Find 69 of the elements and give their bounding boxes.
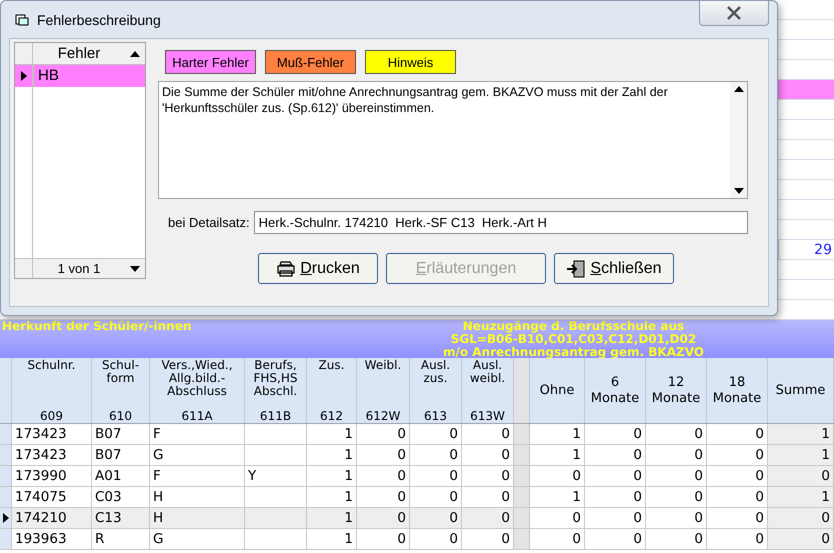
column-label: Ausl. zus. — [420, 358, 450, 385]
group-title: Neuzugänge d. Berufsschule aus — [462, 320, 684, 333]
column-code: 610 — [109, 410, 132, 423]
column-header: 6 Monate — [585, 358, 646, 423]
column-code: 612W — [366, 410, 400, 423]
column-label: Vers.,Wied., Allg.bild.- Abschluss — [161, 358, 233, 398]
spacer-column — [514, 358, 530, 423]
close-button[interactable] — [699, 1, 769, 26]
table-cell: 0 — [357, 508, 410, 528]
table-cell: 1 — [768, 424, 834, 444]
scroll-up-icon[interactable] — [734, 86, 744, 92]
detail-label: bei Detailsatz: — [168, 215, 250, 230]
table-cell: 0 — [768, 529, 834, 549]
scroll-up-icon[interactable] — [130, 50, 140, 56]
group-title: m/o Anrechnungsantrag gem. BKAZVO — [442, 346, 704, 359]
legend-tag: Harter Fehler — [165, 50, 256, 74]
table-cell: 0 — [768, 466, 834, 486]
table-cell: 1 — [768, 445, 834, 465]
column-label: Schul- form — [102, 358, 140, 385]
column-header: 12 Monate — [646, 358, 707, 423]
exit-door-icon — [566, 260, 586, 278]
table-cell: Y — [245, 466, 307, 486]
column-header: Summe — [768, 358, 834, 423]
dialog-button[interactable]: Drucken — [258, 253, 378, 284]
column-label: Zus. — [318, 358, 344, 372]
table-cell: 0 — [768, 508, 834, 528]
table-cell: 0 — [410, 508, 462, 528]
group-title: SGL=B06-B10,C01,C03,C12,D01,D02 — [450, 333, 696, 346]
column-code: 609 — [40, 410, 63, 423]
record-counter: 1 von 1 — [56, 260, 102, 278]
table-cell: 1 — [307, 508, 357, 528]
table-cell: H — [150, 508, 245, 528]
legend-tag: Muß-Fehler — [265, 50, 356, 74]
column-label: Schulnr. — [27, 358, 76, 372]
spacer-cell — [514, 529, 530, 549]
table-cell: 0 — [462, 508, 514, 528]
legend-tag: Hinweis — [365, 50, 456, 74]
column-header: 18 Monate — [707, 358, 768, 423]
message-text: Die Summe der Schüler mit/ohne Anrechnungsantrag gem. BKAZVO muss mit der Zahl der 'Herkunftsschüler zus. (Sp.612)' übereinstimmen. — [161, 84, 669, 117]
detail-field[interactable]: Herk.-Schulnr. 174210 Herk.-SF C13 Herk.-Art H — [254, 211, 748, 234]
table-cell: 174210 — [12, 508, 92, 528]
spacer-cell — [514, 466, 530, 486]
table-cell: A01 — [92, 466, 150, 486]
spacer-cell — [514, 508, 530, 528]
scroll-down-icon[interactable] — [734, 188, 744, 194]
printer-icon — [276, 260, 296, 276]
row-selector[interactable] — [0, 508, 12, 528]
spacer-cell — [514, 445, 530, 465]
column-code: 613W — [470, 410, 505, 423]
column-header: Ohne — [530, 358, 585, 423]
column-code: 611A — [181, 410, 213, 423]
spacer-cell — [514, 424, 530, 444]
window-title: Fehlerbeschreibung — [37, 12, 162, 28]
column-label: Berufs, FHS,HS Abschl. — [254, 358, 298, 398]
dialog-button[interactable]: Schließen — [554, 253, 674, 284]
column-label: Weibl. — [364, 358, 402, 372]
table-cell: 1 — [768, 487, 834, 507]
spacer-cell — [514, 487, 530, 507]
scroll-down-icon[interactable] — [130, 266, 140, 272]
table-cell: C13 — [92, 508, 150, 528]
group-title: Herkunft der Schüler/-innen — [2, 320, 192, 333]
column-code: 612 — [320, 410, 343, 423]
column-label: Ausl. weibl. — [470, 358, 506, 385]
window-icon — [15, 13, 29, 26]
list-header: Fehler — [56, 44, 102, 64]
column-code: 611B — [260, 410, 292, 423]
close-icon — [726, 6, 742, 20]
column-code: 613 — [424, 410, 447, 423]
row-pointer-icon — [20, 71, 26, 81]
